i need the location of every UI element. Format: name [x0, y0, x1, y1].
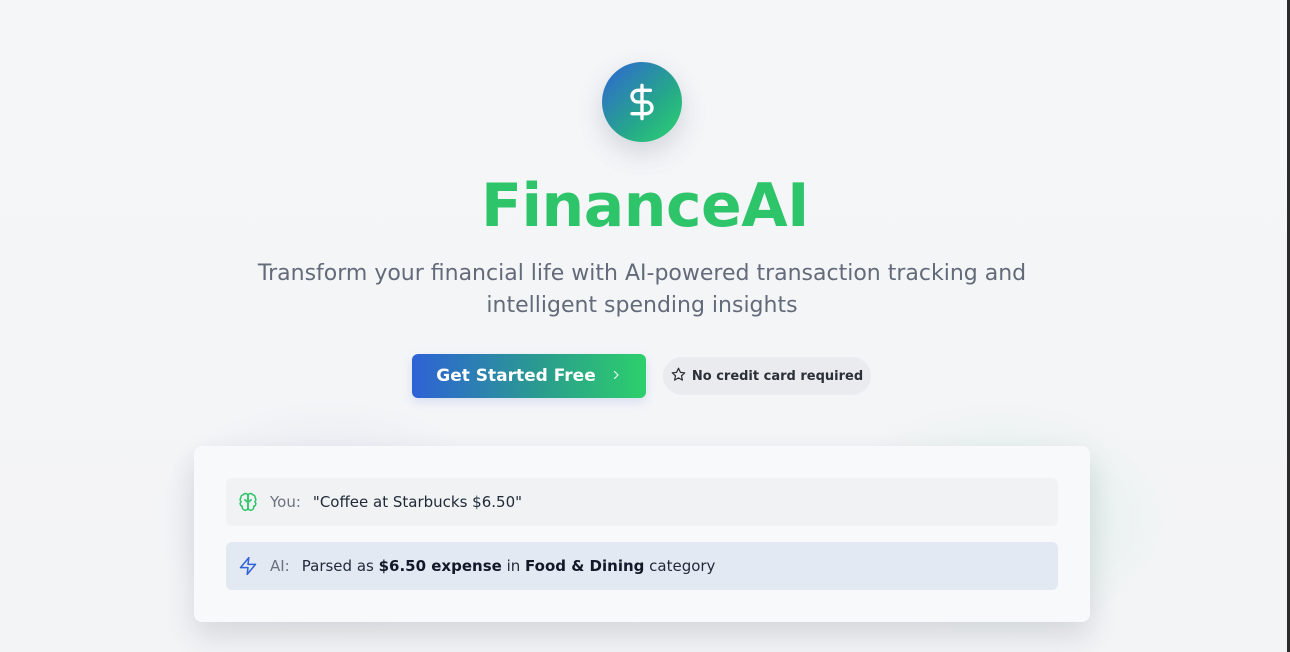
ai-message: Parsed as $6.50 expense in Food & Dining…: [302, 557, 716, 575]
star-icon: [671, 367, 686, 386]
user-message: "Coffee at Starbucks $6.50": [312, 493, 523, 511]
user-label: You:: [270, 493, 301, 511]
ai-message-row: AI: Parsed as $6.50 expense in Food & Di…: [226, 542, 1058, 590]
app-title: FinanceAI: [481, 171, 810, 241]
hero-subtitle: Transform your financial life with AI-po…: [257, 261, 1027, 318]
ai-amount: $6.50 expense: [378, 557, 502, 575]
badge-label: No credit card required: [691, 368, 864, 384]
ai-label: AI:: [270, 557, 290, 575]
ai-message-suffix: category: [644, 557, 716, 575]
get-started-label: Get Started Free: [436, 366, 596, 386]
ai-category: Food & Dining: [525, 557, 645, 575]
demo-card: You: "Coffee at Starbucks $6.50" AI: Par…: [194, 446, 1090, 622]
no-credit-card-badge: No credit card required: [663, 357, 871, 395]
user-message-row: You: "Coffee at Starbucks $6.50": [226, 478, 1058, 526]
bolt-icon: [238, 556, 258, 576]
brain-icon: [238, 492, 258, 512]
get-started-button[interactable]: Get Started Free: [412, 354, 646, 398]
ai-message-middle: in: [501, 557, 526, 575]
ai-message-prefix: Parsed as: [301, 557, 379, 575]
landing-page: FinanceAI Transform your financial life …: [0, 0, 1290, 652]
dollar-icon: [602, 62, 682, 142]
chevron-right-icon: [610, 367, 622, 385]
